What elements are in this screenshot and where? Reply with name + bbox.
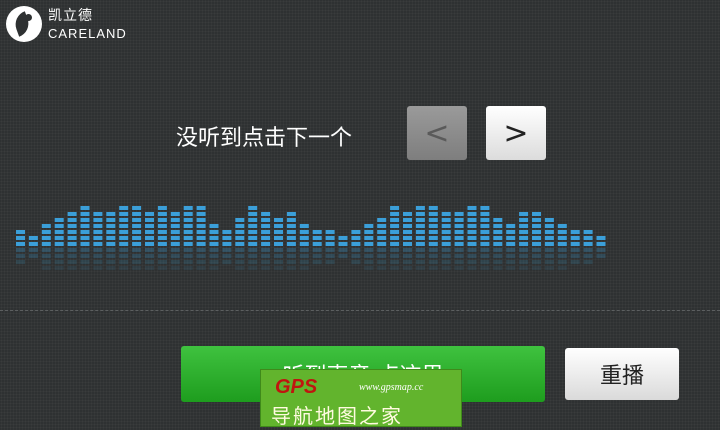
watermark: GPS www.gpsmap.cc 导航地图之家	[260, 369, 462, 428]
logo-name-en: CARELAND	[48, 25, 127, 41]
equalizer-bar	[157, 206, 167, 270]
equalizer-bar	[16, 230, 25, 264]
equalizer-bar	[261, 212, 271, 270]
equalizer-bar	[183, 206, 193, 270]
equalizer-bar	[145, 212, 154, 270]
previous-button[interactable]: <	[407, 106, 467, 160]
equalizer-bar	[274, 218, 283, 270]
equalizer-bar	[106, 212, 116, 270]
equalizer-bar	[351, 230, 361, 264]
equalizer-bar	[248, 206, 258, 270]
equalizer-bar	[170, 212, 180, 270]
equalizer-bar	[132, 206, 142, 270]
careland-logo: 凯立德 CARELAND	[6, 6, 127, 42]
equalizer-bar	[286, 212, 296, 270]
equalizer-bar	[338, 236, 348, 258]
equalizer-bar	[235, 218, 245, 270]
equalizer-bar	[222, 230, 232, 264]
logo-name-cn: 凯立德	[48, 7, 93, 24]
equalizer-bar	[377, 218, 387, 270]
equalizer-bar	[493, 218, 503, 270]
equalizer-bar	[596, 236, 606, 258]
equalizer-bar	[519, 212, 529, 270]
watermark-text: 导航地图之家	[271, 404, 403, 428]
divider	[0, 310, 720, 311]
equalizer-bar	[390, 206, 400, 270]
equalizer-bar	[583, 230, 593, 264]
next-button[interactable]: >	[486, 106, 546, 160]
equalizer-bar	[119, 206, 129, 270]
equalizer-bar	[454, 212, 464, 270]
equalizer-bar	[299, 224, 309, 270]
equalizer-bar	[80, 206, 90, 270]
equalizer-bar	[403, 212, 412, 270]
equalizer-bar	[506, 224, 516, 270]
equalizer-bar	[28, 236, 38, 258]
equalizer-bar	[209, 224, 219, 270]
watermark-logo: GPS	[275, 376, 318, 398]
equalizer-bar	[415, 206, 425, 270]
equalizer-bar	[441, 212, 451, 270]
audio-equalizer	[16, 206, 606, 270]
equalizer-bar	[480, 206, 490, 270]
replay-button[interactable]: 重播	[565, 348, 679, 400]
equalizer-bar	[54, 218, 64, 270]
prompt-text: 没听到点击下一个	[176, 126, 353, 151]
logo-text: 凯立德 CARELAND	[48, 9, 127, 40]
equalizer-bar	[570, 230, 580, 264]
equalizer-bar	[364, 224, 374, 270]
equalizer-bar	[312, 230, 322, 264]
equalizer-bar	[557, 224, 567, 270]
equalizer-bar	[428, 206, 438, 270]
equalizer-bar	[532, 212, 541, 270]
equalizer-bar	[67, 212, 77, 270]
equalizer-bar	[41, 224, 51, 270]
equalizer-bar	[325, 230, 335, 264]
equalizer-bar	[196, 206, 206, 270]
careland-logo-icon	[6, 6, 42, 42]
chevron-left-icon: <	[424, 115, 450, 151]
chevron-right-icon: >	[503, 115, 529, 151]
equalizer-bar	[467, 206, 477, 270]
equalizer-bar	[93, 212, 103, 270]
watermark-url: www.gpsmap.cc	[359, 382, 424, 393]
equalizer-bar	[544, 218, 554, 270]
